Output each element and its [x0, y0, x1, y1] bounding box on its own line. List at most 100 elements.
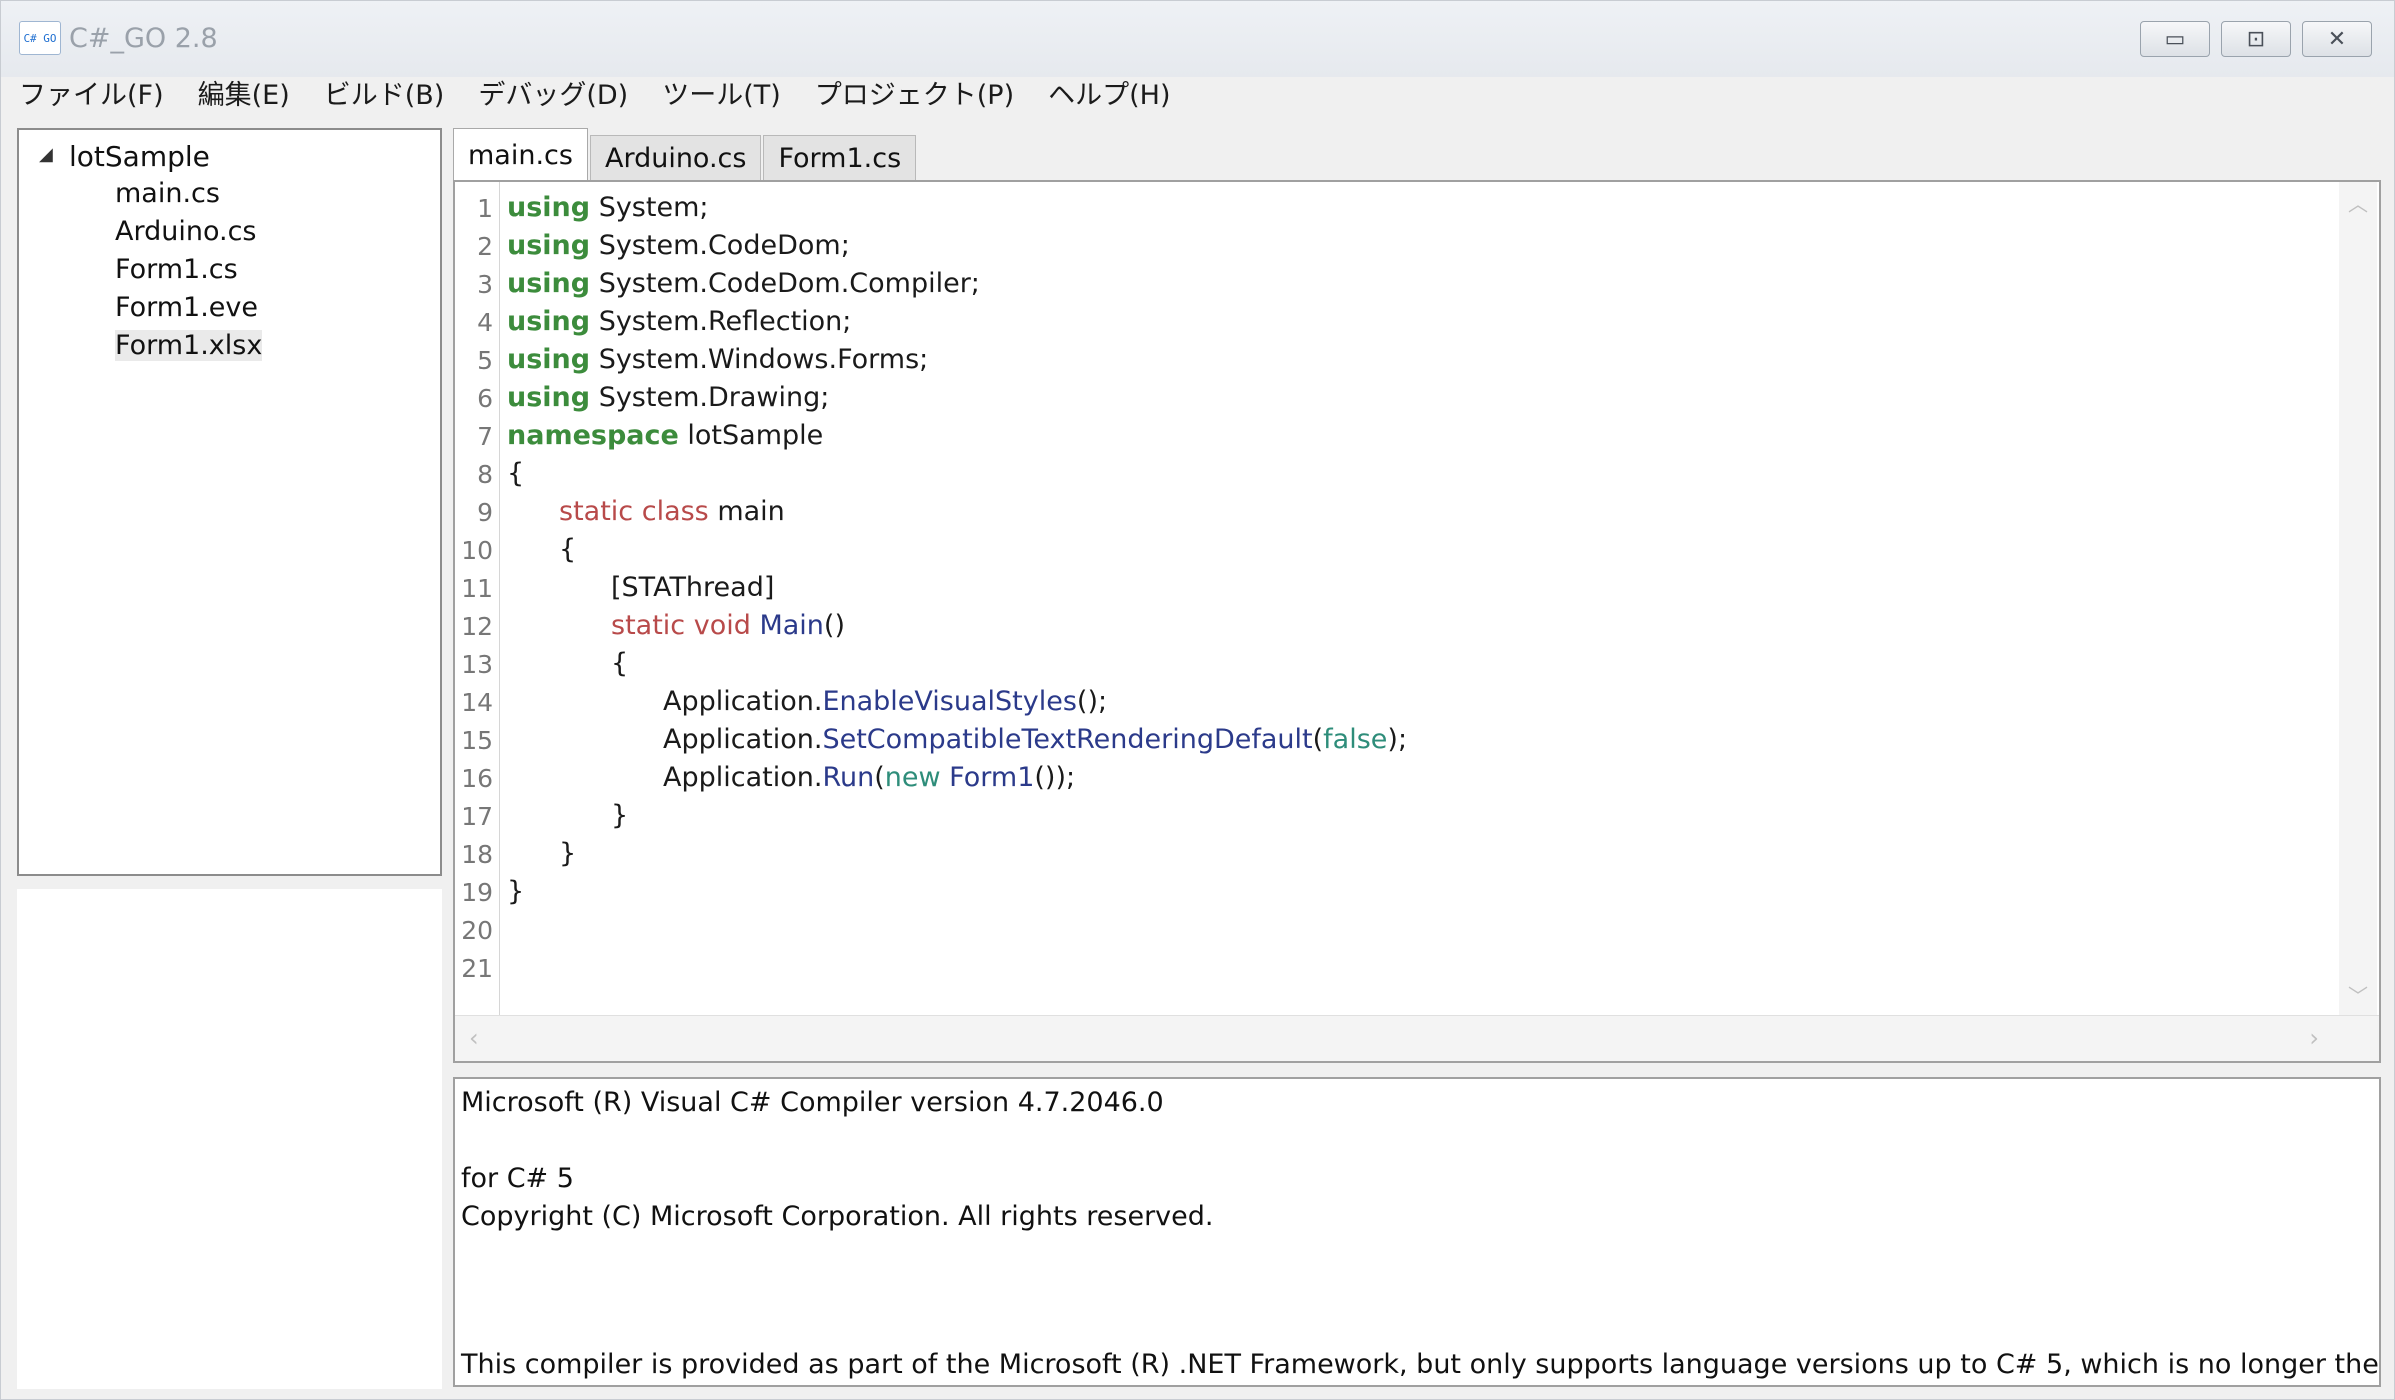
code-line: namespace lotSample: [507, 420, 823, 451]
menu-build[interactable]: ビルド(B): [324, 73, 445, 112]
expand-toggle-icon[interactable]: ◢: [39, 144, 53, 165]
code-token-keyword: using: [507, 268, 591, 299]
code-line: {: [559, 534, 577, 565]
project-tree: ◢ lotSample main.cs Arduino.cs Form1.cs …: [17, 128, 442, 876]
editor-tabs: main.cs Arduino.cs Form1.cs: [453, 128, 918, 181]
code-line: using System.CodeDom;: [507, 230, 850, 261]
code-token-method: Main: [750, 610, 824, 641]
code-token: System.CodeDom.Compiler;: [590, 268, 980, 299]
code-token: main: [708, 496, 785, 527]
menu-debug[interactable]: デバッグ(D): [478, 73, 628, 112]
code-token: Application.: [663, 724, 823, 755]
line-number: 16: [461, 764, 493, 793]
code-token: ());: [1034, 762, 1076, 793]
line-number: 5: [477, 346, 493, 375]
menu-tools[interactable]: ツール(T): [662, 73, 781, 112]
code-token-literal: false: [1323, 724, 1388, 755]
code-token-keyword: using: [507, 344, 591, 375]
menu-bar: ファイル(F) 編集(E) ビルド(B) デバッグ(D) ツール(T) プロジェ…: [1, 69, 2394, 115]
code-line: using System;: [507, 192, 708, 223]
code-token-keyword: using: [507, 382, 591, 413]
code-line: Application.Run(new Form1());: [663, 762, 1075, 793]
line-number: 1: [477, 194, 493, 223]
tree-item-form1-cs[interactable]: Form1.cs: [115, 254, 238, 285]
code-token-keyword: namespace: [507, 420, 679, 451]
code-token: );: [1387, 724, 1408, 755]
line-number: 10: [461, 536, 493, 565]
line-number: 14: [461, 688, 493, 717]
line-number: 7: [477, 422, 493, 451]
menu-help[interactable]: ヘルプ(H): [1048, 73, 1170, 112]
code-line: }: [611, 800, 629, 831]
maximize-button[interactable]: ⊡: [2221, 21, 2291, 57]
code-token: Application.: [663, 762, 823, 793]
code-editor[interactable]: 1 2 3 4 5 6 7 8 9 10 11 12 13 14 15 16 1…: [453, 180, 2381, 1063]
menu-project[interactable]: プロジェクト(P): [815, 73, 1014, 112]
title-bar[interactable]: C# GO C#_GO 2.8 ▭ ⊡ ✕: [1, 1, 2394, 77]
code-line: }: [507, 876, 525, 907]
line-number: 21: [461, 954, 493, 983]
close-button[interactable]: ✕: [2302, 21, 2372, 57]
code-line: }: [559, 838, 577, 869]
tab-main-cs[interactable]: main.cs: [453, 128, 588, 181]
code-line: using System.Reflection;: [507, 306, 851, 337]
code-token-modifier: void: [685, 610, 751, 641]
output-line: This compiler is provided as part of the…: [461, 1349, 2381, 1380]
code-line: static class main: [559, 496, 785, 527]
code-token: Application.: [663, 686, 823, 717]
app-window: C# GO C#_GO 2.8 ▭ ⊡ ✕ ファイル(F) 編集(E) ビルド(…: [0, 0, 2395, 1400]
line-number-gutter: 1 2 3 4 5 6 7 8 9 10 11 12 13 14 15 16 1…: [455, 182, 500, 1016]
line-number: 3: [477, 270, 493, 299]
code-token-modifier: static: [611, 610, 686, 641]
code-line: Application.EnableVisualStyles();: [663, 686, 1107, 717]
code-token: System.CodeDom;: [590, 230, 850, 261]
code-token-keyword: using: [507, 306, 591, 337]
code-line: using System.Windows.Forms;: [507, 344, 928, 375]
tree-item-form1-eve[interactable]: Form1.eve: [115, 292, 258, 323]
code-token: (): [823, 610, 845, 641]
code-token-keyword: using: [507, 192, 591, 223]
line-number: 9: [477, 498, 493, 527]
menu-edit[interactable]: 編集(E): [198, 73, 290, 112]
line-number: 12: [461, 612, 493, 641]
code-token-method: SetCompatibleTextRenderingDefault: [822, 724, 1313, 755]
scroll-up-icon[interactable]: ︿: [2339, 188, 2377, 218]
code-token-method: Run: [822, 762, 875, 793]
code-line: using System.Drawing;: [507, 382, 829, 413]
output-line: Microsoft (R) Visual C# Compiler version…: [461, 1087, 1164, 1118]
code-line: {: [507, 458, 525, 489]
code-token: (: [1312, 724, 1324, 755]
compiler-output[interactable]: Microsoft (R) Visual C# Compiler version…: [453, 1077, 2381, 1387]
line-number: 20: [461, 916, 493, 945]
code-token-keyword: new: [884, 762, 941, 793]
scroll-left-icon[interactable]: ‹: [469, 1024, 479, 1052]
tree-item-main-cs[interactable]: main.cs: [115, 178, 220, 209]
code-token-modifier: static: [559, 496, 634, 527]
tree-item-form1-xlsx[interactable]: Form1.xlsx: [115, 330, 263, 361]
code-token-modifier: class: [633, 496, 709, 527]
tab-form1-cs[interactable]: Form1.cs: [763, 135, 917, 181]
code-token: (: [874, 762, 885, 793]
tab-arduino-cs[interactable]: Arduino.cs: [589, 135, 762, 181]
code-token-keyword: using: [507, 230, 591, 261]
tree-root-project[interactable]: lotSample: [69, 140, 210, 173]
tree-item-arduino-cs[interactable]: Arduino.cs: [115, 216, 257, 247]
code-line: using System.CodeDom.Compiler;: [507, 268, 980, 299]
scroll-down-icon[interactable]: ﹀: [2339, 980, 2377, 1010]
minimize-button[interactable]: ▭: [2140, 21, 2210, 57]
horizontal-scrollbar[interactable]: ‹ ›: [455, 1015, 2379, 1061]
line-number: 13: [461, 650, 493, 679]
vertical-scrollbar[interactable]: ︿ ﹀: [2339, 182, 2377, 1016]
code-token: ();: [1076, 686, 1108, 717]
line-number: 18: [461, 840, 493, 869]
left-lower-panel: [17, 889, 442, 1389]
line-number: 15: [461, 726, 493, 755]
scroll-right-icon[interactable]: ›: [2309, 1024, 2319, 1052]
code-token: System.Windows.Forms;: [590, 344, 929, 375]
line-number: 11: [461, 574, 493, 603]
code-token: System.Drawing;: [590, 382, 830, 413]
output-line: Copyright (C) Microsoft Corporation. All…: [461, 1201, 1214, 1232]
code-line: static void Main(): [611, 610, 845, 641]
menu-file[interactable]: ファイル(F): [19, 73, 164, 112]
line-number: 2: [477, 232, 493, 261]
